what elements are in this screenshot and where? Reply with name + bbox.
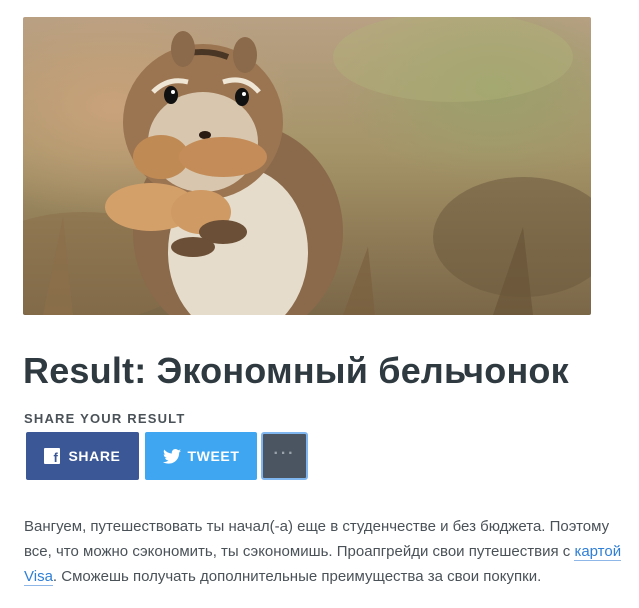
result-title: Result: Экономный бельчонок	[23, 350, 569, 391]
share-heading: SHARE YOUR RESULT	[24, 411, 186, 426]
facebook-icon: f	[44, 448, 61, 464]
twitter-tweet-button[interactable]: TWEET	[145, 432, 257, 480]
more-dots-icon: ···	[273, 445, 296, 462]
chipmunk-illustration	[23, 17, 591, 315]
description-text-start: Вангуем, путешествовать ты начал(-а) еще…	[24, 518, 610, 560]
twitter-bird-icon	[162, 448, 181, 464]
result-description: Вангуем, путешествовать ты начал(-а) еще…	[24, 514, 624, 589]
more-share-options-button[interactable]: ···	[261, 432, 308, 480]
result-image	[23, 17, 591, 315]
twitter-tweet-label: TWEET	[187, 448, 240, 464]
description-text-end: . Сможешь получать дополнительные преиму…	[52, 568, 542, 585]
result-page: Result: Экономный бельчонок SHARE YOUR R…	[0, 0, 639, 608]
facebook-share-button[interactable]: f SHARE	[26, 432, 139, 480]
facebook-share-label: SHARE	[68, 448, 121, 464]
